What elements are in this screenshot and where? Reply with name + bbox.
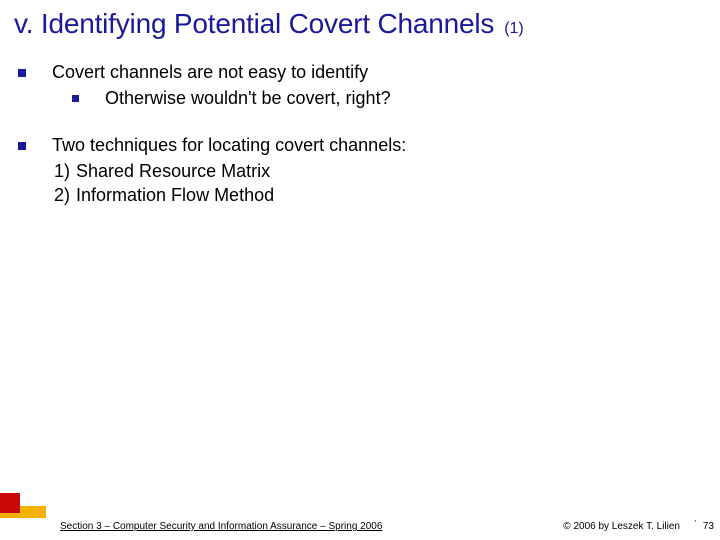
enum-label: Information Flow Method bbox=[76, 183, 274, 207]
bullet-2-block: Two techniques for locating covert chann… bbox=[18, 133, 702, 208]
title-row: v. Identifying Potential Covert Channels… bbox=[0, 0, 720, 50]
enum-label: Shared Resource Matrix bbox=[76, 159, 270, 183]
slide-title: v. Identifying Potential Covert Channels bbox=[14, 8, 494, 40]
bullet-1: Covert channels are not easy to identify bbox=[18, 60, 702, 84]
bullet-1-text: Covert channels are not easy to identify bbox=[52, 60, 702, 84]
footer-tick: ' bbox=[694, 519, 696, 528]
bullet-2: Two techniques for locating covert chann… bbox=[18, 133, 702, 157]
footer-copyright: © 2006 by Leszek T. Lilien bbox=[563, 521, 680, 532]
footer: Section 3 – Computer Security and Inform… bbox=[0, 492, 720, 532]
bullet-1-sub: Otherwise wouldn't be covert, right? bbox=[72, 86, 702, 110]
bullet-2-text: Two techniques for locating covert chann… bbox=[52, 133, 702, 157]
bullet-1-sub-text: Otherwise wouldn't be covert, right? bbox=[105, 86, 702, 110]
enum-item-2: 2) Information Flow Method bbox=[54, 183, 702, 207]
accent-red bbox=[0, 493, 20, 513]
slide-title-suffix: (1) bbox=[504, 20, 524, 38]
enum-num: 1) bbox=[54, 159, 70, 183]
slide: v. Identifying Potential Covert Channels… bbox=[0, 0, 720, 540]
bullet-2-enum: 1) Shared Resource Matrix 2) Information… bbox=[54, 159, 702, 208]
footer-left-text: Section 3 – Computer Security and Inform… bbox=[60, 521, 382, 532]
enum-item-1: 1) Shared Resource Matrix bbox=[54, 159, 702, 183]
bullet-square-icon bbox=[18, 69, 26, 77]
bullet-square-icon bbox=[72, 95, 79, 102]
enum-num: 2) bbox=[54, 183, 70, 207]
corner-accent bbox=[0, 492, 46, 518]
content-area: Covert channels are not easy to identify… bbox=[0, 50, 720, 207]
bullet-square-icon bbox=[18, 142, 26, 150]
page-number: 73 bbox=[703, 521, 714, 532]
